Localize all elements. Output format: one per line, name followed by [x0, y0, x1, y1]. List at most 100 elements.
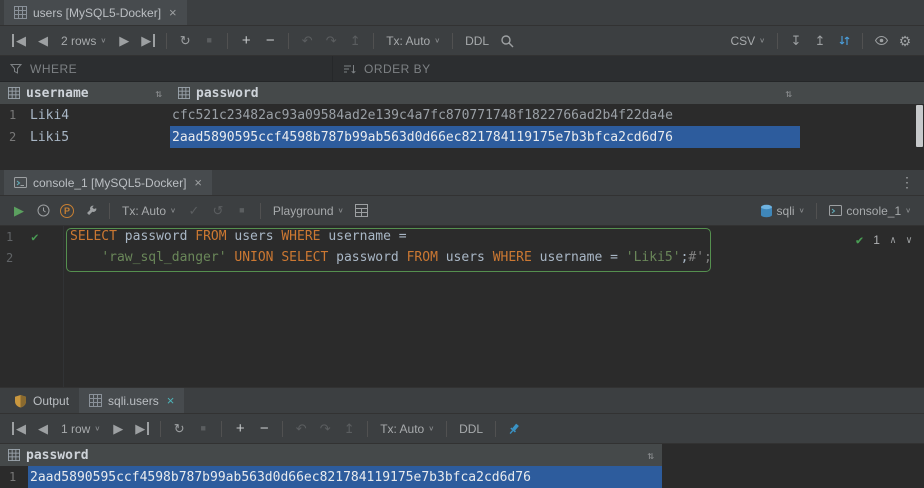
sort-toggle-icon[interactable]: ⇅: [785, 87, 792, 100]
submit-button[interactable]: ↥: [338, 418, 360, 440]
prev-page-button[interactable]: ◀: [32, 418, 54, 440]
undo-button[interactable]: ↶: [296, 30, 318, 52]
column-header-password[interactable]: password ⇅: [170, 82, 800, 104]
profiler-button[interactable]: P: [56, 200, 78, 222]
last-page-button[interactable]: ▶: [137, 30, 159, 52]
last-page-button[interactable]: ▶: [131, 418, 153, 440]
cell-password[interactable]: cfc521c23482ac93a09584ad2e139c4a7fc87077…: [170, 104, 800, 126]
prev-page-button[interactable]: ◀: [32, 30, 54, 52]
search-icon: [500, 34, 514, 48]
tx-mode-dropdown[interactable]: Tx: Auto∨: [381, 30, 445, 52]
chevron-down-icon: ∨: [94, 425, 100, 433]
configure-button[interactable]: [80, 200, 102, 222]
ddl-button[interactable]: DDL: [454, 418, 488, 440]
collapse-down-icon[interactable]: ∨: [906, 235, 912, 246]
undo-button[interactable]: ↶: [290, 418, 312, 440]
result-panel: Output sqli.users × ◀ ◀ 1 row∨ ▶ ▶ ↻ ■ +…: [0, 387, 924, 488]
scrollbar-thumb[interactable]: [916, 105, 923, 147]
run-button[interactable]: ▶: [8, 200, 30, 222]
sql-token: [70, 250, 101, 265]
order-by-field[interactable]: ORDER BY: [332, 56, 924, 81]
sort-toggle-icon[interactable]: ⇅: [647, 449, 654, 462]
add-row-button[interactable]: +: [235, 30, 257, 52]
column-icon: [8, 449, 20, 461]
code-area[interactable]: SELECT password FROM users WHERE usernam…: [65, 226, 924, 268]
next-page-button[interactable]: ▶: [113, 30, 135, 52]
tx-mode-dropdown[interactable]: Tx: Auto∨: [117, 200, 181, 222]
session-dropdown[interactable]: console_1 ∨: [824, 200, 916, 222]
execution-history-button[interactable]: [32, 200, 54, 222]
table-icon: [14, 6, 27, 19]
tx-mode-dropdown[interactable]: Tx: Auto∨: [375, 418, 439, 440]
close-icon[interactable]: ×: [194, 175, 202, 190]
sql-token: SELECT: [70, 229, 117, 244]
users-grid: username ⇅ password ⇅ 1 Liki4 cfc521c234…: [0, 82, 924, 148]
tab-console-1[interactable]: console_1 [MySQL5-Docker] ×: [4, 170, 212, 195]
tab-sqli-users[interactable]: sqli.users ×: [79, 388, 184, 413]
first-page-button[interactable]: ◀: [8, 418, 30, 440]
commit-button[interactable]: ✓: [183, 200, 205, 222]
cell-username[interactable]: Liki4: [28, 104, 170, 126]
ddl-button[interactable]: DDL: [460, 30, 494, 52]
add-row-button[interactable]: +: [229, 418, 251, 440]
refresh-button[interactable]: ↻: [174, 30, 196, 52]
schema-dropdown[interactable]: sqli ∨: [755, 200, 810, 222]
redo-button[interactable]: ↷: [320, 30, 342, 52]
cell-password-selected[interactable]: 2aad5890595ccf4598b787b99ab563d0d66ec821…: [28, 466, 662, 488]
rollback-button[interactable]: ↺: [207, 200, 229, 222]
stop-icon: ■: [239, 206, 244, 215]
column-label: username: [26, 86, 89, 101]
delete-row-button[interactable]: −: [253, 418, 275, 440]
divider: [373, 33, 374, 49]
redo-button[interactable]: ↷: [314, 418, 336, 440]
stop-button[interactable]: ■: [198, 30, 220, 52]
pin-tab-button[interactable]: [503, 418, 525, 440]
next-page-button[interactable]: ▶: [107, 418, 129, 440]
settings-button[interactable]: ⚙: [894, 30, 916, 52]
collapse-up-icon[interactable]: ∧: [890, 235, 896, 246]
tx-mode-label: Tx: Auto: [386, 34, 430, 48]
sql-token: password: [117, 229, 195, 244]
cell-username[interactable]: Liki5: [28, 126, 170, 148]
cell-password-selected[interactable]: 2aad5890595ccf4598b787b99ab563d0d66ec821…: [170, 126, 800, 148]
stop-icon: ■: [206, 36, 211, 45]
sql-editor[interactable]: 1 ✔ 2 SELECT password FROM users WHERE u…: [0, 226, 924, 387]
undo-icon: ↶: [302, 34, 313, 47]
page-size-dropdown[interactable]: 1 row∨: [56, 418, 105, 440]
sql-token: SELECT: [281, 250, 328, 265]
tab-output[interactable]: Output: [4, 388, 79, 413]
tab-users-grid[interactable]: users [MySQL5-Docker] ×: [4, 0, 187, 25]
delete-row-button[interactable]: −: [259, 30, 281, 52]
sql-line[interactable]: SELECT password FROM users WHERE usernam…: [65, 226, 924, 247]
search-button[interactable]: [496, 30, 518, 52]
sql-token: FROM: [407, 250, 438, 265]
ddl-label: DDL: [459, 422, 483, 436]
close-icon[interactable]: ×: [169, 5, 177, 20]
row-number: 1: [0, 466, 28, 488]
column-header-username[interactable]: username ⇅: [0, 82, 170, 104]
export-data-button[interactable]: ↧: [785, 30, 807, 52]
close-icon[interactable]: ×: [167, 393, 175, 408]
minus-icon: −: [260, 421, 269, 436]
statement-ok-icon[interactable]: ✔: [31, 230, 38, 244]
sql-line[interactable]: 'raw_sql_danger' UNION SELECT password F…: [65, 247, 924, 268]
next-page-icon: ▶: [113, 422, 123, 435]
transpose-button[interactable]: [833, 30, 855, 52]
stop-button[interactable]: ■: [231, 200, 253, 222]
submit-button[interactable]: ↥: [344, 30, 366, 52]
import-data-button[interactable]: ↥: [809, 30, 831, 52]
where-filter-field[interactable]: WHERE: [0, 56, 332, 81]
refresh-button[interactable]: ↻: [168, 418, 190, 440]
page-size-dropdown[interactable]: 2 rows∨: [56, 30, 111, 52]
more-menu-button[interactable]: ⋮: [890, 170, 924, 195]
view-options-button[interactable]: [870, 30, 892, 52]
first-page-button[interactable]: ◀: [8, 30, 30, 52]
playground-dropdown[interactable]: Playground∨: [268, 200, 349, 222]
sort-toggle-icon[interactable]: ⇅: [155, 87, 162, 100]
output-layout-button[interactable]: [350, 200, 372, 222]
column-header-password[interactable]: password ⇅: [0, 444, 662, 466]
column-label: password: [26, 448, 89, 463]
schema-label: sqli: [777, 204, 795, 218]
export-format-dropdown[interactable]: CSV∨: [725, 30, 770, 52]
stop-button[interactable]: ■: [192, 418, 214, 440]
